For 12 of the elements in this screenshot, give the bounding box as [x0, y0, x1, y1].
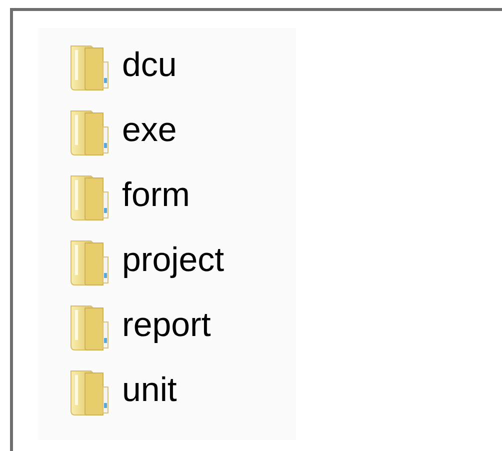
- folder-name[interactable]: report: [122, 303, 211, 347]
- folder-icon[interactable]: [69, 369, 109, 417]
- folder-name[interactable]: project: [122, 238, 224, 282]
- folder-icon[interactable]: [69, 44, 109, 92]
- folder-icon[interactable]: [69, 109, 109, 157]
- folder-name[interactable]: unit: [122, 368, 177, 412]
- folder-name[interactable]: dcu: [122, 43, 177, 87]
- folder-name[interactable]: form: [122, 173, 190, 217]
- folder-icon[interactable]: [69, 304, 109, 352]
- folder-icon[interactable]: [69, 174, 109, 222]
- folder-name[interactable]: exe: [122, 108, 177, 152]
- folder-icon[interactable]: [69, 239, 109, 287]
